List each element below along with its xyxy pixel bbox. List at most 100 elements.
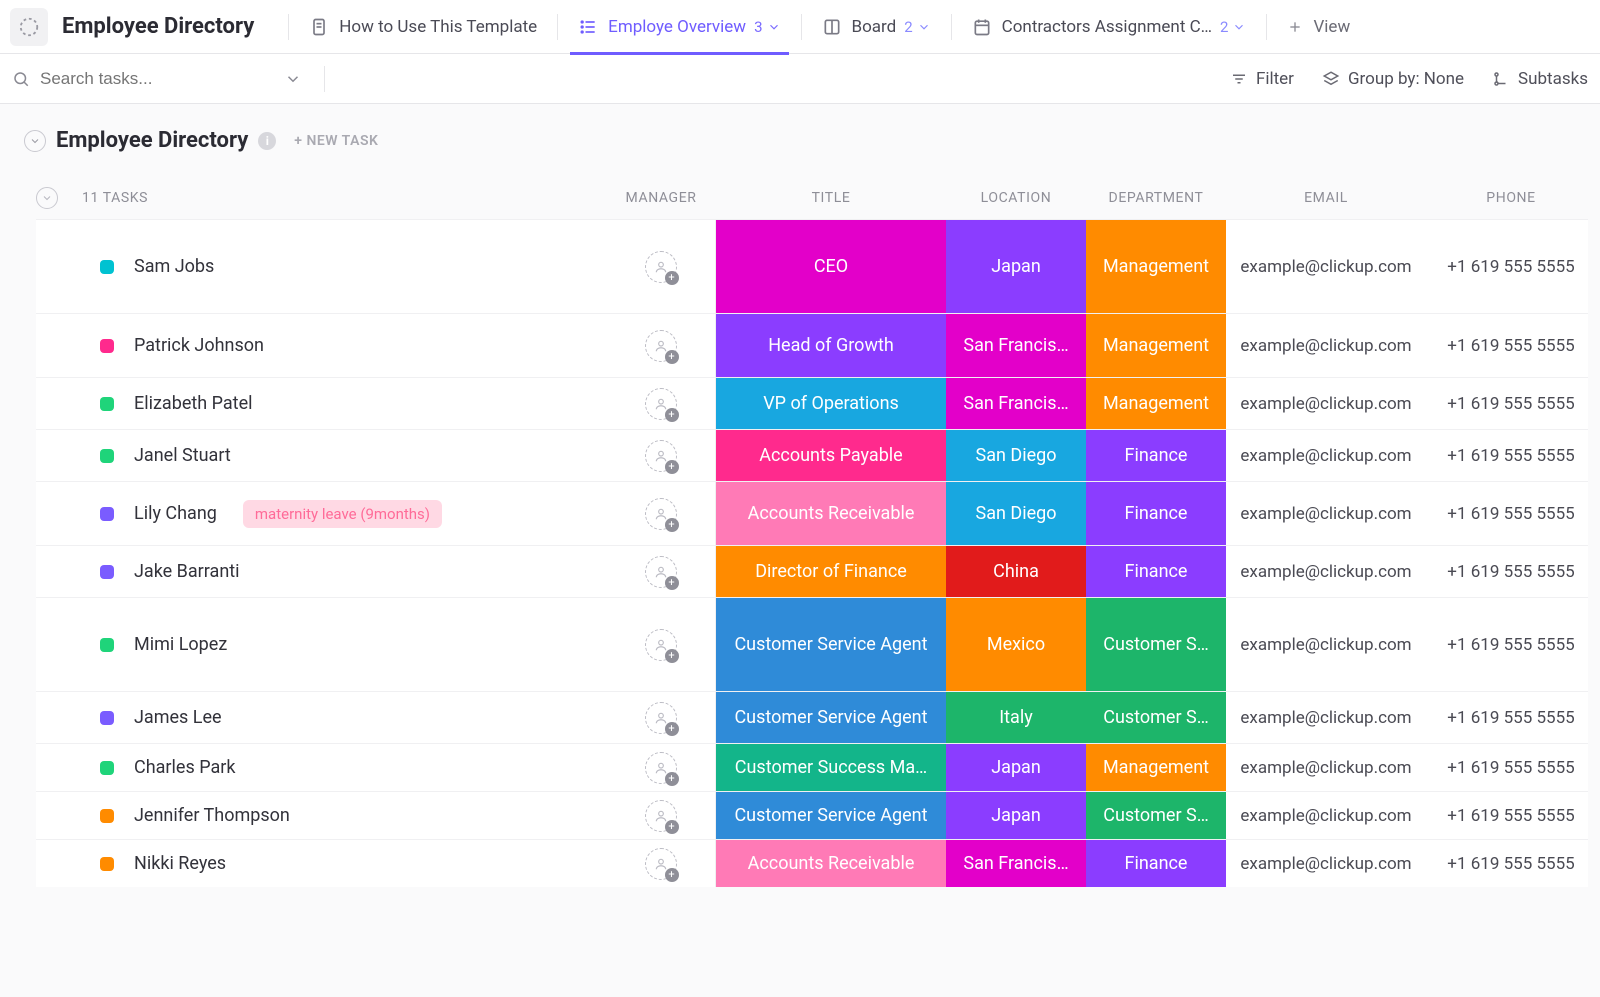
cell-name[interactable]: Sam Jobs — [82, 220, 606, 313]
tab-board[interactable]: Board2 — [814, 0, 939, 54]
status-indicator[interactable] — [100, 809, 114, 823]
cell-email[interactable]: example@clickup.com — [1226, 220, 1426, 313]
cell-manager[interactable]: + — [606, 378, 716, 429]
cell-title[interactable]: Customer Service Agent — [716, 792, 946, 839]
groupby-button[interactable]: Group by: None — [1322, 69, 1464, 89]
cell-name[interactable]: Mimi Lopez — [82, 598, 606, 691]
cell-manager[interactable]: + — [606, 792, 716, 839]
tab-how-to-use-this-template[interactable]: How to Use This Template — [301, 0, 545, 54]
cell-department[interactable]: Finance — [1086, 482, 1226, 545]
info-icon[interactable]: i — [258, 132, 276, 150]
assign-manager-button[interactable]: + — [645, 848, 677, 880]
cell-phone[interactable]: +1 619 555 5555 — [1426, 840, 1596, 887]
assign-manager-button[interactable]: + — [645, 330, 677, 362]
new-task-button[interactable]: + NEW TASK — [294, 133, 378, 149]
chevron-down-icon[interactable] — [284, 70, 302, 88]
cell-location[interactable]: Mexico — [946, 598, 1086, 691]
cell-manager[interactable]: + — [606, 482, 716, 545]
cell-title[interactable]: Customer Service Agent — [716, 692, 946, 743]
table-row[interactable]: Elizabeth Patel+VP of OperationsSan Fran… — [36, 377, 1588, 429]
cell-location[interactable]: Japan — [946, 220, 1086, 313]
assign-manager-button[interactable]: + — [645, 556, 677, 588]
cell-phone[interactable]: +1 619 555 5555 — [1426, 430, 1596, 481]
cell-name[interactable]: James Lee — [82, 692, 606, 743]
table-row[interactable]: James Lee+Customer Service AgentItalyCus… — [36, 691, 1588, 743]
cell-department[interactable]: Customer S… — [1086, 692, 1226, 743]
cell-location[interactable]: San Francis… — [946, 840, 1086, 887]
cell-title[interactable]: Customer Service Agent — [716, 598, 946, 691]
cell-phone[interactable]: +1 619 555 5555 — [1426, 378, 1596, 429]
cell-location[interactable]: Italy — [946, 692, 1086, 743]
cell-email[interactable]: example@clickup.com — [1226, 482, 1426, 545]
status-indicator[interactable] — [100, 449, 114, 463]
cell-department[interactable]: Customer S… — [1086, 792, 1226, 839]
cell-title[interactable]: Accounts Receivable — [716, 840, 946, 887]
cell-manager[interactable]: + — [606, 546, 716, 597]
cell-manager[interactable]: + — [606, 692, 716, 743]
assign-manager-button[interactable]: + — [645, 440, 677, 472]
status-indicator[interactable] — [100, 638, 114, 652]
cell-phone[interactable]: +1 619 555 5555 — [1426, 692, 1596, 743]
table-row[interactable]: Jennifer Thompson + Customer Service Agent… — [36, 791, 1588, 839]
cell-location[interactable]: San Francis… — [946, 378, 1086, 429]
table-row[interactable]: Janel Stuart+Accounts PayableSan DiegoFi… — [36, 429, 1588, 481]
cell-name[interactable]: Jake Barranti — [82, 546, 606, 597]
tab-employe-overview[interactable]: Employe Overview3 — [570, 0, 788, 54]
cell-location[interactable]: San Diego — [946, 430, 1086, 481]
cell-manager[interactable]: + — [606, 314, 716, 377]
cell-phone[interactable]: +1 619 555 5555 — [1426, 482, 1596, 545]
cell-department[interactable]: Customer S… — [1086, 598, 1226, 691]
cell-name[interactable]: Elizabeth Patel — [82, 378, 606, 429]
cell-location[interactable]: San Francis… — [946, 314, 1086, 377]
cell-email[interactable]: example@clickup.com — [1226, 792, 1426, 839]
cell-department[interactable]: Management — [1086, 744, 1226, 791]
table-row[interactable]: Mimi Lopez+Customer Service AgentMexicoC… — [36, 597, 1588, 691]
cell-title[interactable]: VP of Operations — [716, 378, 946, 429]
cell-department[interactable]: Finance — [1086, 546, 1226, 597]
cell-location[interactable]: Japan — [946, 744, 1086, 791]
status-indicator[interactable] — [100, 507, 114, 521]
cell-email[interactable]: example@clickup.com — [1226, 314, 1426, 377]
cell-department[interactable]: Management — [1086, 378, 1226, 429]
assign-manager-button[interactable]: + — [645, 752, 677, 784]
cell-department[interactable]: Management — [1086, 314, 1226, 377]
cell-title[interactable]: Customer Success Ma… — [716, 744, 946, 791]
cell-name[interactable]: Lily Changmaternity leave (9months) — [82, 482, 606, 545]
column-manager[interactable]: MANAGER — [606, 190, 716, 206]
cell-location[interactable]: Japan — [946, 792, 1086, 839]
column-phone[interactable]: PHONE — [1426, 190, 1596, 206]
table-row[interactable]: Sam Jobs+CEOJapanManagementexample@click… — [36, 219, 1588, 313]
table-row[interactable]: Jake Barranti+Director of FinanceChinaFi… — [36, 545, 1588, 597]
tab-contractors-assignment-c[interactable]: Contractors Assignment C…2 — [964, 0, 1255, 54]
cell-name[interactable]: Jennifer Thompson — [82, 792, 606, 839]
tab-count[interactable]: 3 — [754, 18, 780, 36]
cell-department[interactable]: Finance — [1086, 430, 1226, 481]
cell-title[interactable]: Accounts Receivable — [716, 482, 946, 545]
search-input[interactable] — [40, 69, 284, 89]
search-box[interactable] — [12, 69, 312, 89]
cell-name[interactable]: Nikki Reyes — [82, 840, 606, 887]
column-title[interactable]: TITLE — [716, 190, 946, 206]
status-indicator[interactable] — [100, 339, 114, 353]
cell-title[interactable]: Director of Finance — [716, 546, 946, 597]
table-row[interactable]: Patrick Johnson+Head of GrowthSan Franci… — [36, 313, 1588, 377]
status-indicator[interactable] — [100, 260, 114, 274]
cell-title[interactable]: Accounts Payable — [716, 430, 946, 481]
cell-manager[interactable]: + — [606, 840, 716, 887]
cell-phone[interactable]: +1 619 555 5555 — [1426, 598, 1596, 691]
cell-email[interactable]: example@clickup.com — [1226, 744, 1426, 791]
add-view-button[interactable]: View — [1279, 0, 1358, 54]
cell-title[interactable]: CEO — [716, 220, 946, 313]
cell-email[interactable]: example@clickup.com — [1226, 430, 1426, 481]
cell-manager[interactable]: + — [606, 220, 716, 313]
status-indicator[interactable] — [100, 857, 114, 871]
filter-button[interactable]: Filter — [1230, 69, 1294, 89]
status-indicator[interactable] — [100, 397, 114, 411]
assign-manager-button[interactable]: + — [645, 800, 677, 832]
cell-phone[interactable]: +1 619 555 5555 — [1426, 792, 1596, 839]
cell-location[interactable]: San Diego — [946, 482, 1086, 545]
cell-manager[interactable]: + — [606, 430, 716, 481]
table-row[interactable]: Lily Changmaternity leave (9months)+Acco… — [36, 481, 1588, 545]
cell-phone[interactable]: +1 619 555 5555 — [1426, 220, 1596, 313]
status-indicator[interactable] — [100, 711, 114, 725]
